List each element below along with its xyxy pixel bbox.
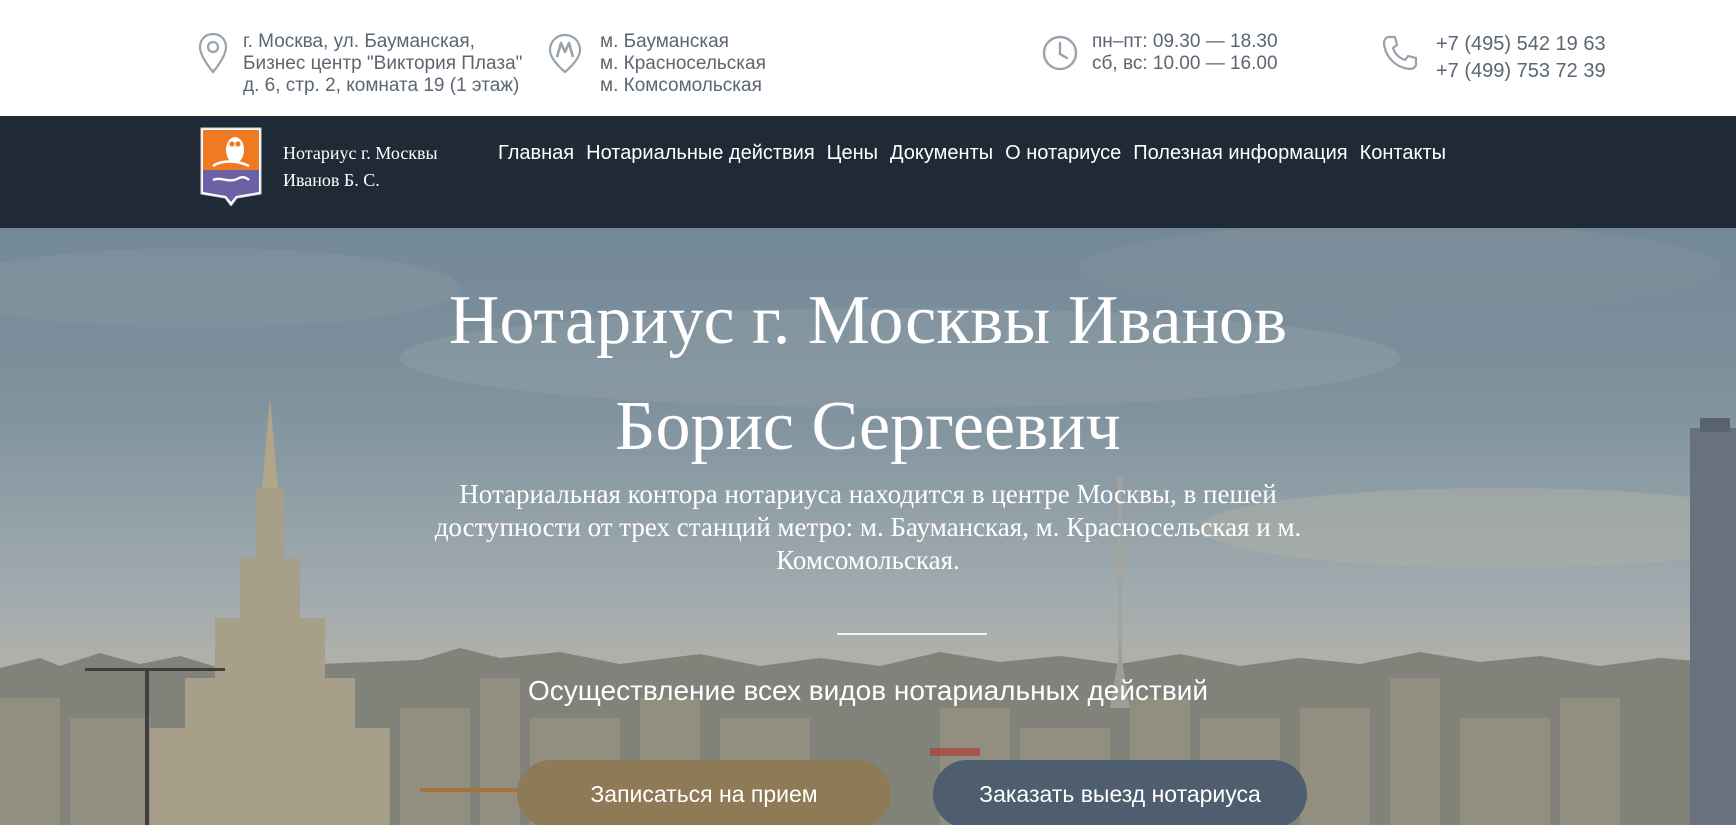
top-info-bar: г. Москва, ул. Бауманская, Бизнес центр … (0, 0, 1736, 116)
hero-subtitle: Осуществление всех видов нотариальных де… (528, 675, 1208, 706)
metro-block: м. Бауманская м. Красносельская м. Комсо… (545, 31, 766, 97)
nav-item-about[interactable]: О нотариусе (999, 142, 1127, 165)
nav-item-home[interactable]: Главная (492, 142, 580, 165)
phones-block: +7 (495) 542 19 63 +7 (499) 753 72 39 (1380, 31, 1606, 85)
phone-1-link[interactable]: +7 (495) 542 19 63 (1436, 31, 1606, 58)
hero-title-line-2: Борис Сергеевич (615, 388, 1121, 465)
hero-section: Нотариус г. Москвы Иванов Борис Сергееви… (0, 228, 1736, 825)
hours-weekend: сб, вс: 10.00 — 16.00 (1092, 53, 1278, 74)
book-appointment-button[interactable]: Записаться на прием (517, 760, 891, 825)
hours-weekdays: пн–пт: 09.30 — 18.30 (1092, 31, 1278, 52)
metro-line-3: м. Комсомольская (600, 75, 762, 96)
hero-divider (837, 633, 987, 635)
address-line-3: д. 6, стр. 2, комната 19 (1 этаж) (243, 75, 520, 96)
hero-title-line-1: Нотариус г. Москвы Иванов (448, 282, 1288, 359)
phone-2-link[interactable]: +7 (499) 753 72 39 (1436, 58, 1606, 85)
main-menu: Главная Нотариальные действия Цены Докум… (492, 142, 1452, 165)
nav-item-contacts[interactable]: Контакты (1354, 142, 1452, 165)
nav-item-documents[interactable]: Документы (884, 142, 999, 165)
address-line-2: Бизнес центр "Виктория Плаза" (243, 53, 523, 74)
metro-line-1: м. Бауманская (600, 31, 729, 52)
address-line-1: г. Москва, ул. Бауманская, (243, 31, 475, 52)
phone-icon (1380, 31, 1420, 75)
address-block: г. Москва, ул. Бауманская, Бизнес центр … (193, 31, 522, 97)
map-pin-icon (193, 31, 233, 75)
brand-line-1: Нотариус г. Москвы (283, 143, 438, 163)
owl-logo-icon[interactable] (199, 126, 263, 207)
nav-item-prices[interactable]: Цены (821, 142, 884, 165)
brand-name[interactable]: Нотариус г. Москвы Иванов Б. С. (283, 140, 438, 194)
nav-item-notarial-actions[interactable]: Нотариальные действия (580, 142, 821, 165)
clock-icon (1040, 31, 1080, 75)
hero-lead: Нотариальная контора нотариуса находится… (434, 479, 1302, 575)
main-navbar: Нотариус г. Москвы Иванов Б. С. Главная … (0, 116, 1736, 228)
metro-icon (545, 31, 585, 75)
brand-line-2: Иванов Б. С. (283, 170, 380, 190)
nav-item-useful-info[interactable]: Полезная информация (1127, 142, 1353, 165)
metro-line-2: м. Красносельская (600, 53, 766, 74)
hours-block: пн–пт: 09.30 — 18.30 сб, вс: 10.00 — 16.… (1040, 31, 1278, 75)
order-notary-visit-button[interactable]: Заказать выезд нотариуса (933, 760, 1307, 825)
hero-title: Нотариус г. Москвы Иванов Борис Сергееви… (300, 268, 1436, 480)
